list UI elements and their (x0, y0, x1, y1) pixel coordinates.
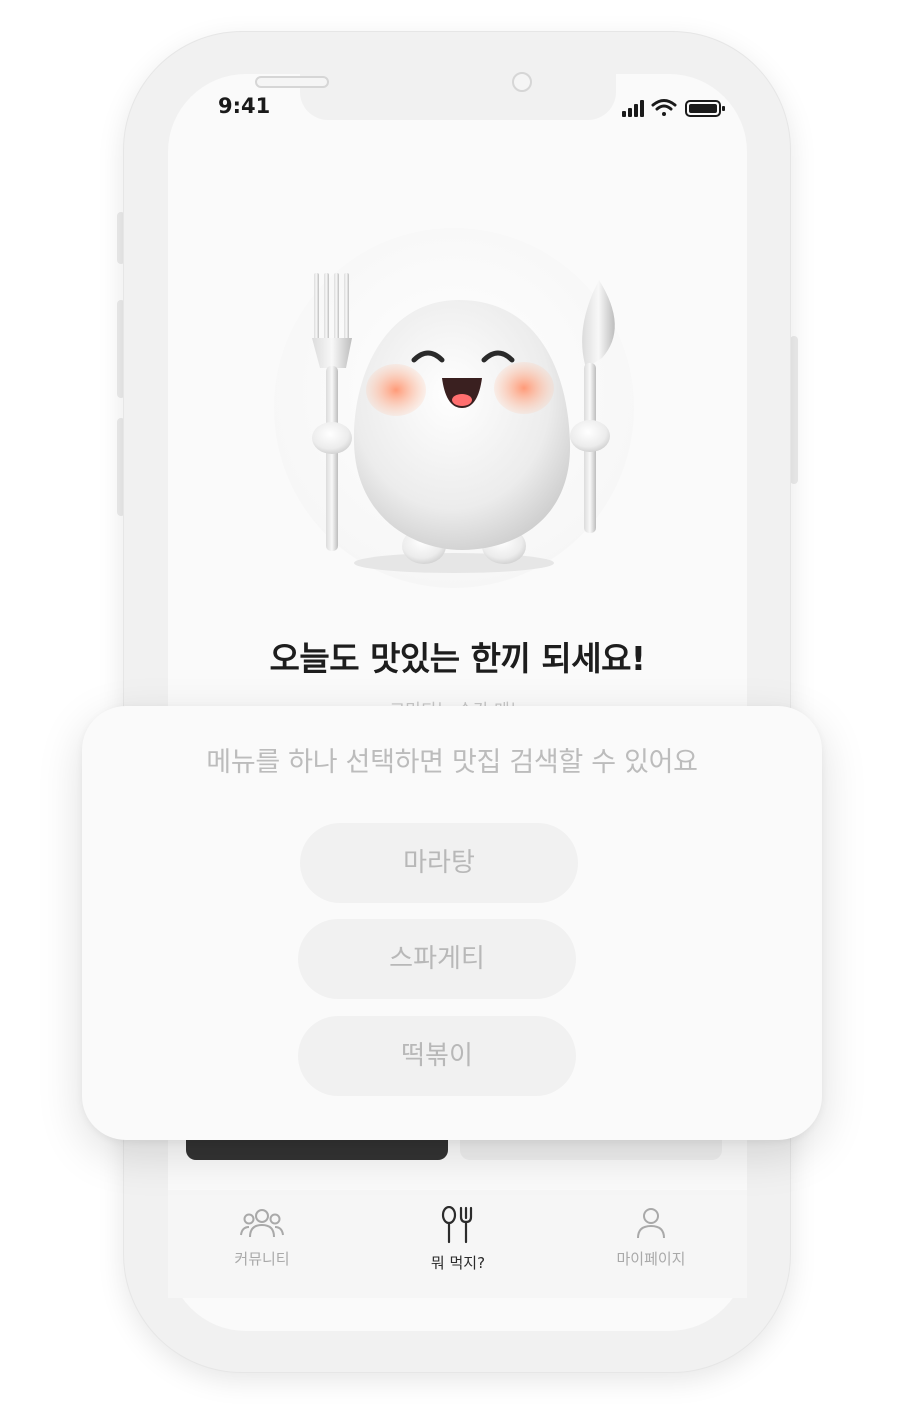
front-camera (512, 72, 532, 92)
users-icon (240, 1209, 284, 1238)
menu-option-malatang[interactable]: 마라탕 (300, 823, 578, 903)
tab-community[interactable]: 커뮤니티 (202, 1206, 322, 1269)
sheet-prompt: 메뉴를 하나 선택하면 맛집 검색할 수 있어요 (206, 747, 698, 778)
earpiece-speaker (255, 76, 329, 88)
status-icons (622, 99, 725, 117)
cellular-signal-icon (622, 100, 644, 117)
mascot-illustration (312, 273, 615, 573)
tab-what-to-eat[interactable]: 뭐 먹지? (398, 1206, 518, 1273)
tab-my-page[interactable]: 마이페이지 (591, 1206, 711, 1269)
spoon-icon (582, 280, 615, 533)
fork-icon (312, 273, 352, 551)
tab-label-what-to-eat: 뭐 먹지? (430, 1254, 486, 1272)
power-button (790, 336, 798, 484)
menu-option-spaghetti[interactable]: 스파게티 (298, 919, 576, 999)
notch (300, 74, 616, 120)
wifi-icon (651, 99, 677, 116)
fork-spoon-icon (441, 1206, 473, 1244)
person-icon (637, 1208, 665, 1239)
status-time: 9:41 (218, 94, 271, 118)
menu-option-tteokbokki[interactable]: 떡볶이 (298, 1016, 576, 1096)
tab-label-community: 커뮤니티 (234, 1250, 290, 1268)
hero-title: 오늘도 맛있는 한끼 되세요! (269, 639, 646, 678)
tab-label-my-page: 마이페이지 (616, 1250, 686, 1268)
battery-icon (685, 100, 725, 117)
